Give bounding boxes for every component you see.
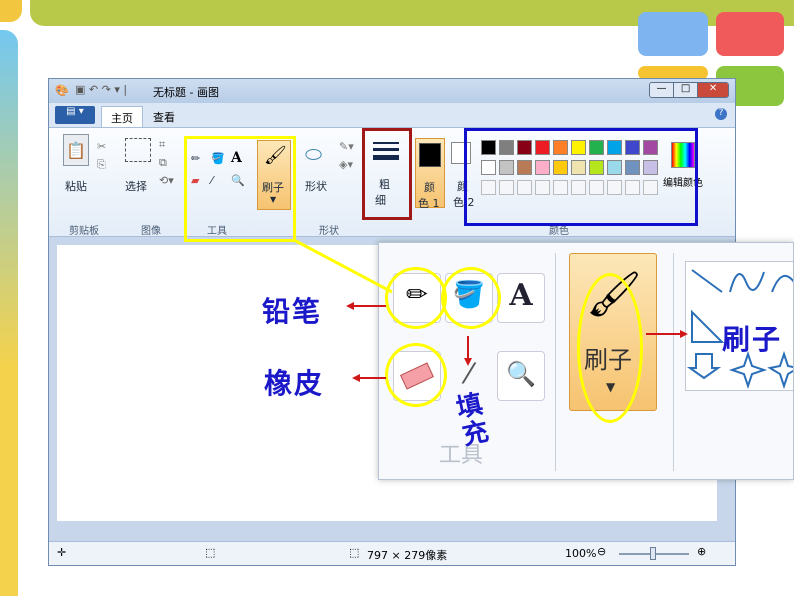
brush-annotation: 刷子 — [722, 323, 783, 356]
annotation-arrows — [293, 238, 688, 382]
eraser-annotation: 橡皮 — [264, 367, 325, 400]
pencil-annotation: 铅笔 — [262, 295, 323, 328]
